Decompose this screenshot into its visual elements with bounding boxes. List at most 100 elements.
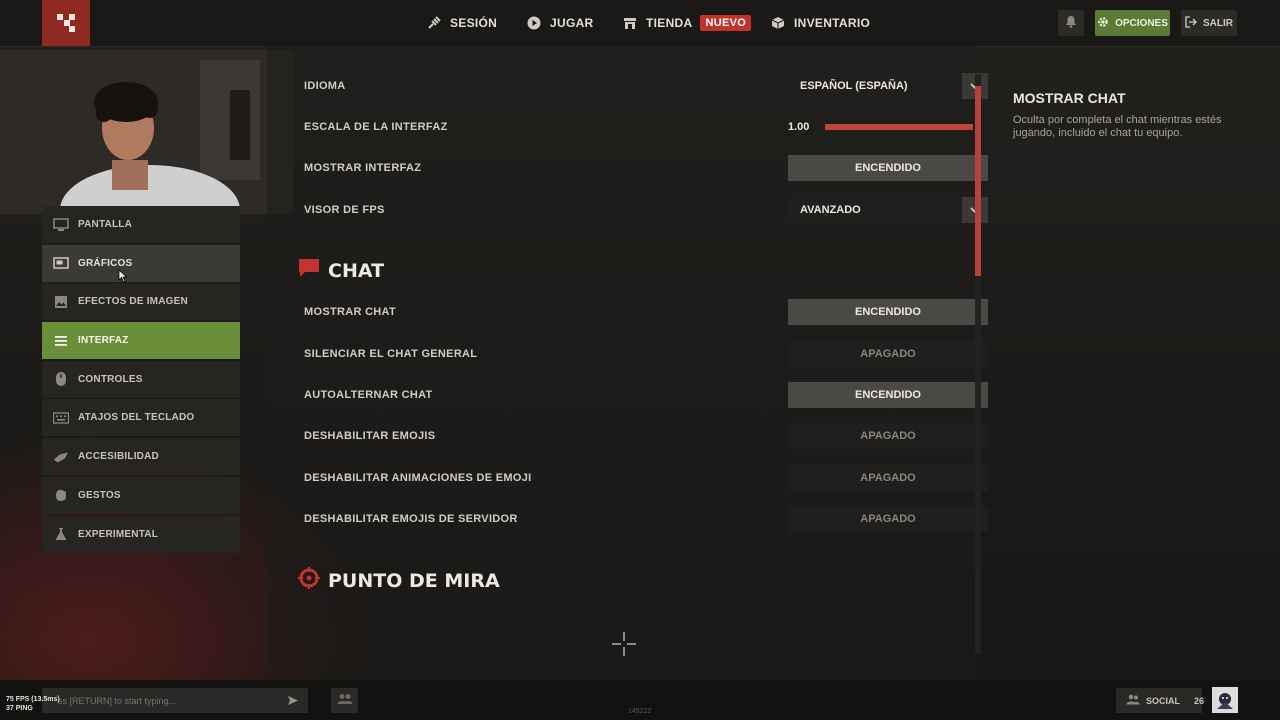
nav-store-label: TIENDA [646,16,693,30]
team-icon [337,692,353,710]
setting-row-mute-global-chat: SILENCIAR EL CHAT GENERAL APAGADO [304,341,988,367]
sidebar-item-accesibilidad[interactable]: ACCESIBILIDAD [42,438,240,476]
toggle-value: APAGADO [860,348,916,360]
notifications-button[interactable] [1058,10,1084,36]
chat-input-placeholder: ss [RETURN] to start typing... [58,695,177,706]
toggle-value: ENCENDIDO [854,389,921,401]
nav-session-label: SESIÓN [450,16,498,30]
slider-value: 1.00 [788,121,810,133]
toggle-value: APAGADO [860,430,916,442]
toggle-value: ENCENDIDO [854,162,921,174]
dropdown-value: ESPAÑOL (ESPAÑA) [800,80,908,92]
setting-row-disable-emojis: DESHABILITAR EMOJIS APAGADO [304,423,988,449]
rust-logo[interactable] [42,0,90,46]
sidebar-item-label: INTERFAZ [78,335,129,347]
sidebar-item-pantalla[interactable]: PANTALLA [42,206,240,243]
settings-panel: IDIOMA ESPAÑOL (ESPAÑA) ESCALA DE LA INT… [267,46,988,680]
sidebar-item-atajos-del-teclado[interactable]: ATAJOS DEL TECLADO [42,399,240,437]
info-panel-description: Oculta por completa el chat mientras est… [1013,114,1222,139]
section-title-text: PUNTO DE MIRA [328,569,500,592]
accessibility-icon [53,449,69,465]
nav-session[interactable]: SESIÓN [426,0,497,46]
mouse-icon [53,371,69,387]
setting-label: ESCALA DE LA INTERFAZ [304,121,448,133]
performance-stats: 75 FPS (13.5ms) 37 PING [6,695,60,713]
setting-label: AUTOALTERNAR CHAT [304,389,433,401]
sidebar-item-experimental[interactable]: EXPERIMENTAL [42,515,240,553]
sidebar-item-gestos[interactable]: GESTOS [42,476,240,514]
exit-icon [1185,15,1197,31]
setting-row-disable-emoji-animations: DESHABILITAR ANIMACIONES DE EMOJI APAGAD… [304,465,988,491]
setting-label: MOSTRAR CHAT [304,306,396,318]
fps-readout: 75 FPS (13.5ms) [6,696,60,703]
fps-display-dropdown[interactable]: AVANZADO [788,197,988,223]
setting-label: VISOR DE FPS [304,204,385,216]
scrollbar-thumb[interactable] [975,86,981,276]
sidebar-item-controles[interactable]: CONTROLES [42,360,240,398]
social-label: SOCIAL [1146,695,1181,706]
setting-row-language: IDIOMA ESPAÑOL (ESPAÑA) [304,73,988,99]
play-icon [526,15,542,31]
keyboard-icon [53,410,69,426]
sidebar-item-label: ACCESIBILIDAD [78,451,159,463]
section-title-text: CHAT [328,259,385,282]
dropdown-value: AVANZADO [800,204,861,216]
toggle-value: APAGADO [860,513,916,525]
gear-icon [1097,16,1109,31]
sidebar-item-efectos-de-imagen[interactable]: EFECTOS DE IMAGEN [42,283,240,321]
sidebar-item-label: EFECTOS DE IMAGEN [78,296,188,308]
mute-global-chat-toggle[interactable]: APAGADO [788,341,988,367]
social-button[interactable]: SOCIAL 26 [1116,688,1205,713]
send-icon[interactable] [287,695,299,708]
ui-scale-slider[interactable]: 1.00 [788,114,988,140]
graphics-icon [53,255,69,271]
nav-play[interactable]: JUGAR [526,0,594,46]
chat-section-title: CHAT [298,258,384,283]
show-ui-toggle[interactable]: ENCENDIDO [788,155,988,181]
auto-toggle-chat-toggle[interactable]: ENCENDIDO [788,382,988,408]
disable-emojis-toggle[interactable]: APAGADO [788,423,988,449]
sidebar-item-label: EXPERIMENTAL [78,528,158,540]
nav-inventory-label: INVENTARIO [794,16,871,30]
top-nav-bar: SESIÓN JUGAR TIENDA NUEVO INVENTARIO OPC… [0,0,1280,47]
slider-fill[interactable] [825,124,973,130]
setting-row-show-ui: MOSTRAR INTERFAZ ENCENDIDO [304,155,988,181]
disable-emoji-animations-toggle[interactable]: APAGADO [788,465,988,491]
team-button[interactable] [331,688,358,713]
box-icon [770,15,786,31]
disable-server-emojis-toggle[interactable]: APAGADO [788,506,988,532]
info-panel-title: MOSTRAR CHAT [1013,90,1126,106]
webcam-overlay [0,50,293,214]
sidebar-item-graficos[interactable]: GRÁFICOS [42,244,240,283]
exit-label: SALIR [1203,17,1233,29]
toggle-value: APAGADO [860,472,916,484]
setting-row-auto-toggle-chat: AUTOALTERNAR CHAT ENCENDIDO [304,382,988,408]
player-avatar[interactable] [1212,687,1238,713]
list-icon [53,333,69,349]
setting-label: DESHABILITAR EMOJIS [304,430,436,442]
setting-label: DESHABILITAR EMOJIS DE SERVIDOR [304,513,518,525]
options-button[interactable]: OPCIONES [1095,10,1170,36]
store-icon [622,15,638,31]
flask-icon [53,526,69,542]
crosshair-section-title: PUNTO DE MIRA [298,567,500,594]
language-dropdown[interactable]: ESPAÑOL (ESPAÑA) [788,73,988,99]
setting-row-show-chat: MOSTRAR CHAT ENCENDIDO [304,299,988,325]
nav-store[interactable]: TIENDA NUEVO [622,0,752,46]
toggle-value: ENCENDIDO [854,306,921,318]
setting-label: DESHABILITAR ANIMACIONES DE EMOJI [304,472,532,484]
settings-scrollbar[interactable] [975,74,981,654]
exit-button[interactable]: SALIR [1181,10,1237,36]
gesture-icon [53,487,69,503]
sidebar-item-label: ATAJOS DEL TECLADO [78,412,195,424]
new-badge: NUEVO [700,15,752,31]
social-count: 26 [1194,695,1205,706]
monitor-icon [53,217,69,233]
nav-inventory[interactable]: INVENTARIO [770,0,870,46]
show-chat-toggle[interactable]: ENCENDIDO [788,299,988,325]
setting-row-ui-scale: ESCALA DE LA INTERFAZ 1.00 [304,114,973,140]
chat-input[interactable]: ss [RETURN] to start typing... [42,688,308,713]
setting-row-fps-display: VISOR DE FPS AVANZADO [304,197,988,223]
sidebar-item-interfaz[interactable]: INTERFAZ [42,322,240,360]
sidebar-item-label: GRÁFICOS [78,257,133,269]
